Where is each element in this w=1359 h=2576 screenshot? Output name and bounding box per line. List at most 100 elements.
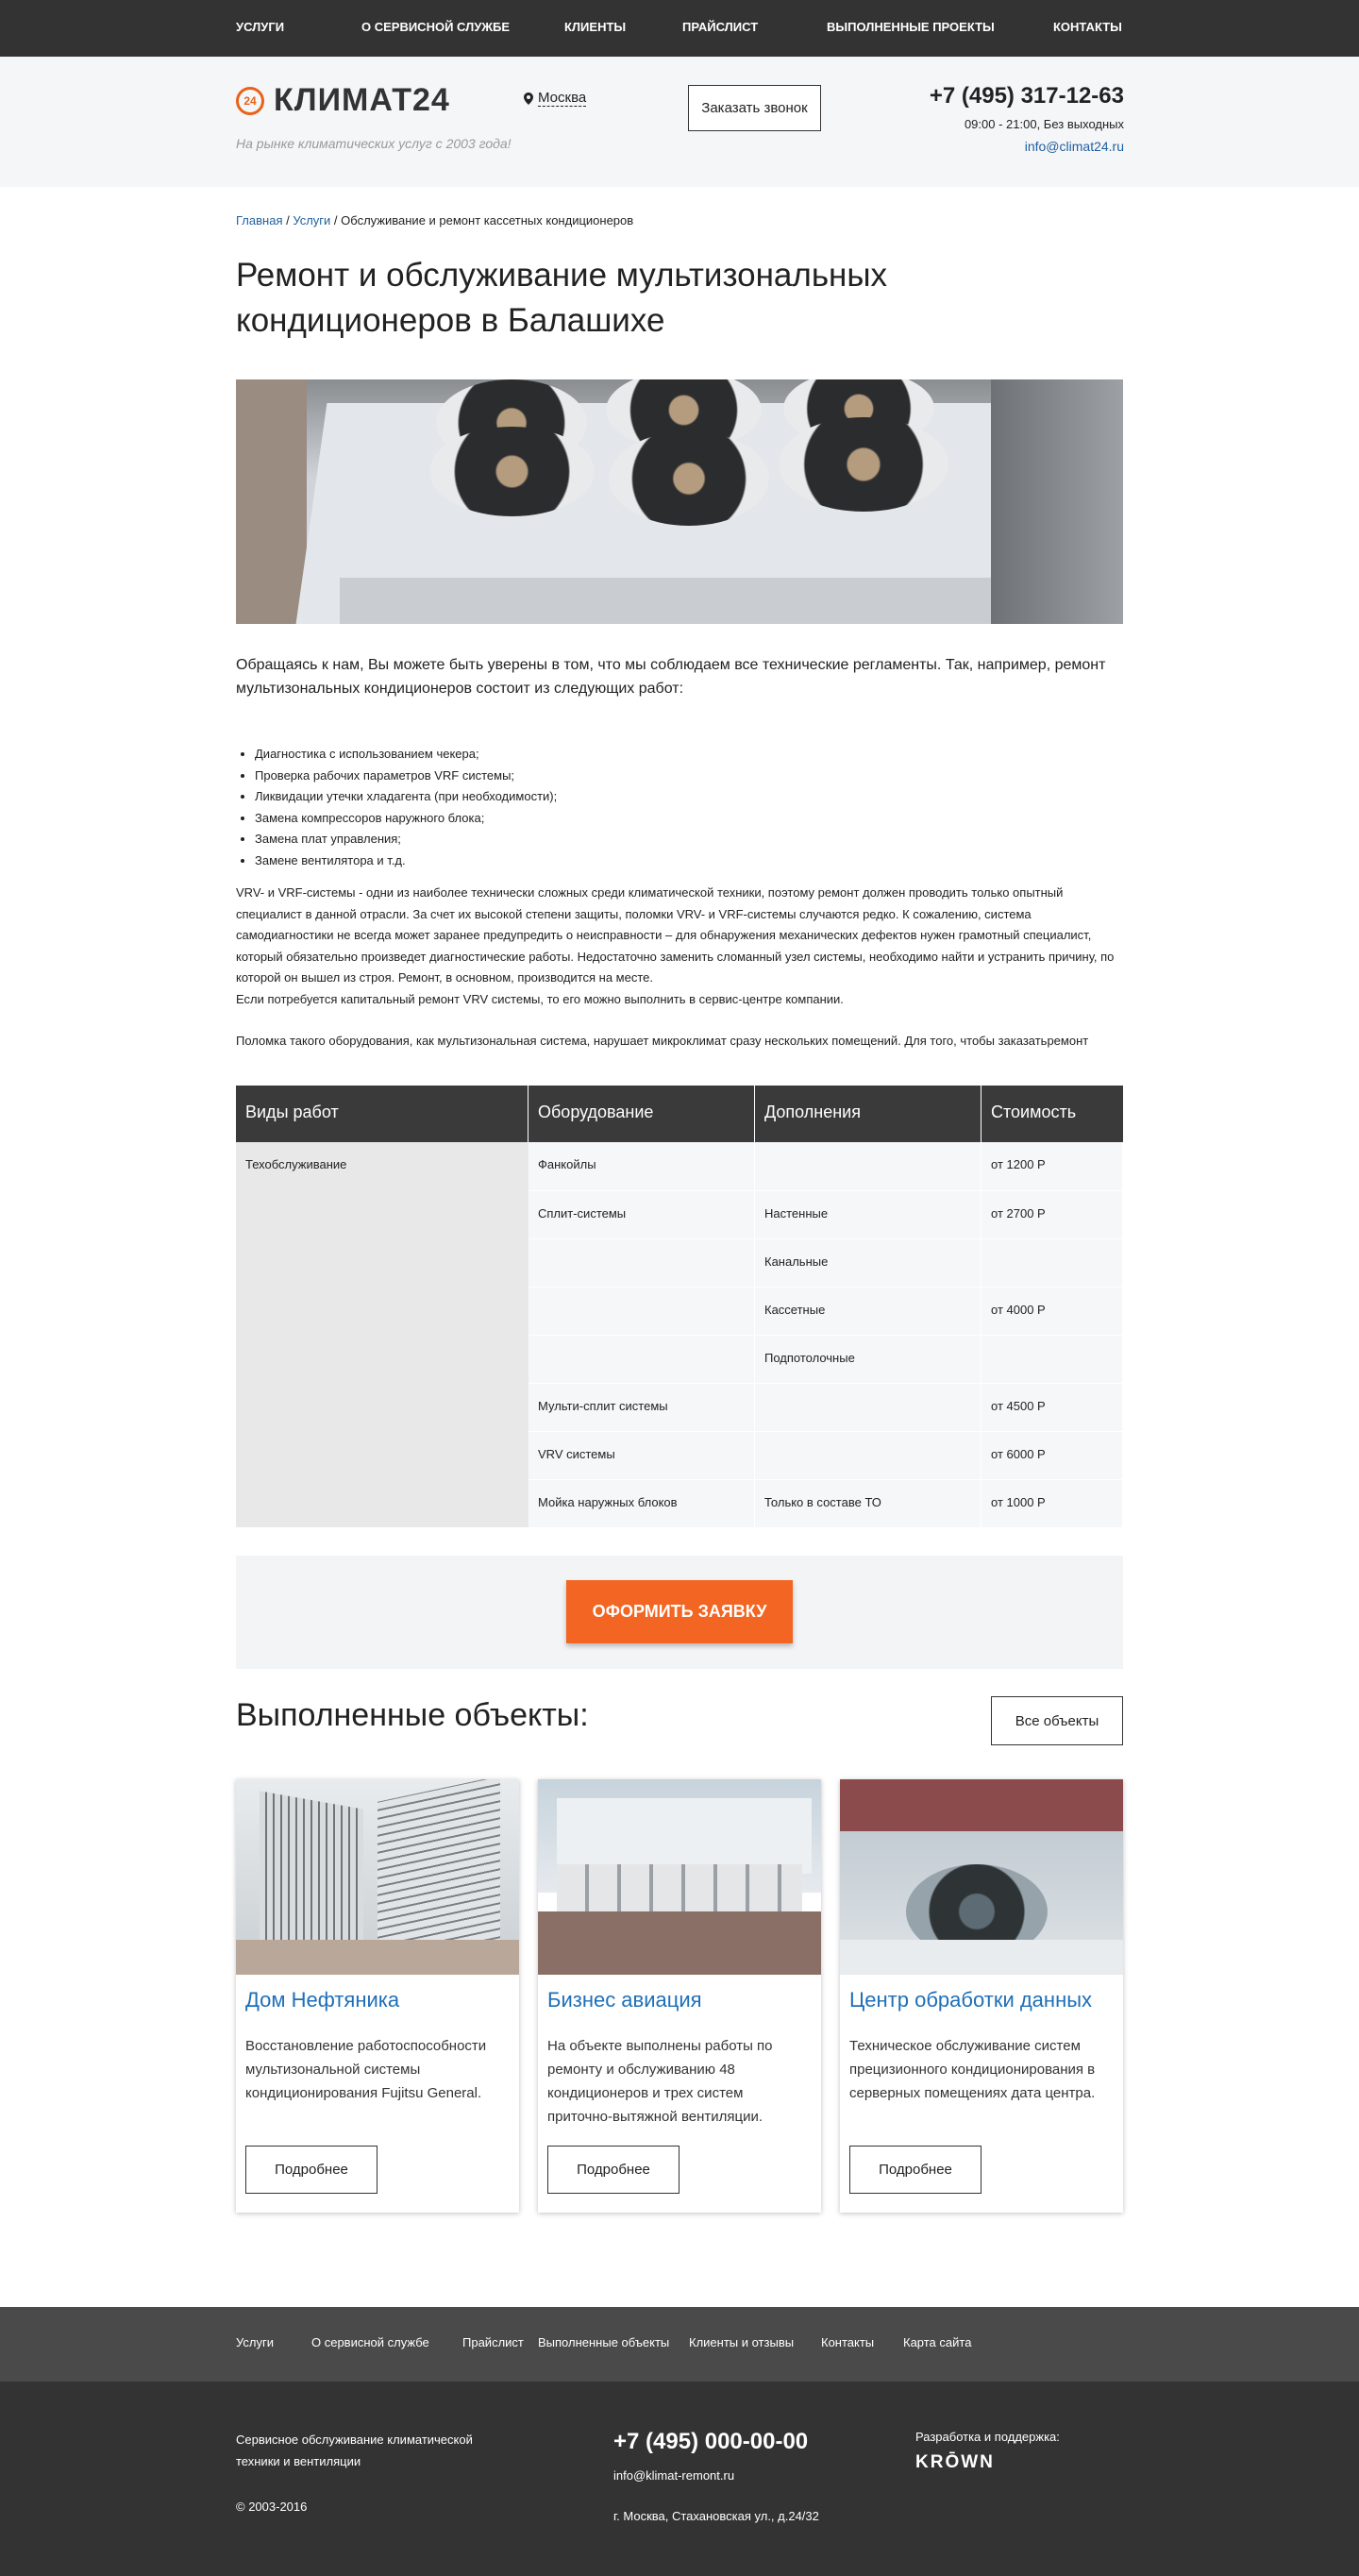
breadcrumb: Главная / Услуги / Обслуживание и ремонт… <box>236 213 633 227</box>
top-navigation: УСЛУГИ О СЕРВИСНОЙ СЛУЖБЕ КЛИЕНТЫ ПРАЙСЛ… <box>0 0 1359 57</box>
table-cell-addition: Настенные <box>755 1190 982 1238</box>
footer-link-services[interactable]: Услуги <box>236 2335 274 2349</box>
table-cell-equipment: Мойка наружных блоков <box>528 1479 755 1527</box>
object-card[interactable]: Бизнес авиация На объекте выполнены рабо… <box>538 1779 821 2213</box>
order-section: ОФОРМИТЬ ЗАЯВКУ <box>236 1556 1123 1669</box>
copyright: © 2003-2016 <box>236 2500 308 2514</box>
table-cell-addition: Подпотолочные <box>755 1335 982 1383</box>
table-cell-price: от 2700 Р <box>982 1190 1123 1238</box>
table-cell-price <box>982 1238 1123 1287</box>
footer-phone[interactable]: +7 (495) 000-00-00 <box>613 2429 808 2455</box>
paragraph: Поломка такого оборудования, как мультиз… <box>236 1034 1089 1048</box>
nav-item-pricelist[interactable]: ПРАЙСЛИСТ <box>682 20 758 34</box>
more-button[interactable]: Подробнее <box>849 2146 982 2194</box>
footer-navigation: Услуги О сервисной службе Прайслист Выпо… <box>0 2307 1359 2382</box>
logo-text: КЛИМАТ24 <box>274 82 450 118</box>
breadcrumb-services[interactable]: Услуги <box>293 213 330 227</box>
nav-item-services[interactable]: УСЛУГИ <box>236 20 284 34</box>
object-card[interactable]: Центр обработки данных Техническое обслу… <box>840 1779 1123 2213</box>
paragraph: VRV- и VRF-системы - одни из наиболее те… <box>236 885 1115 985</box>
table-cell-price: от 4500 Р <box>982 1383 1123 1431</box>
footer-email[interactable]: info@klimat-remont.ru <box>613 2468 734 2483</box>
table-cell-equipment <box>528 1238 755 1287</box>
object-title[interactable]: Дом Нефтяника <box>245 1988 514 2012</box>
footer-link-contacts[interactable]: Контакты <box>821 2335 874 2349</box>
object-title[interactable]: Бизнес авиация <box>547 1988 816 2012</box>
table-cell-addition: Канальные <box>755 1238 982 1287</box>
footer-link-reviews[interactable]: Клиенты и отзывы <box>689 2335 794 2349</box>
footer-link-sitemap[interactable]: Карта сайта <box>903 2335 971 2349</box>
slogan: На рынке климатических услуг с 2003 года… <box>236 136 512 151</box>
table-header: Виды работ <box>236 1086 528 1142</box>
table-cell-addition <box>755 1431 982 1479</box>
object-description: На объекте выполнены работы по ремонту и… <box>547 2038 773 2125</box>
description-text: VRV- и VRF-системы - одни из наиболее те… <box>236 883 1123 1052</box>
footer-description: Сервисное обслуживание климатической тех… <box>236 2433 473 2468</box>
working-hours: 09:00 - 21:00, Без выходных <box>964 117 1124 131</box>
nav-item-about[interactable]: О СЕРВИСНОЙ СЛУЖБЕ <box>361 20 510 34</box>
table-cell-category: Техобслуживание <box>245 1157 347 1171</box>
table-cell-addition <box>755 1383 982 1431</box>
all-objects-button[interactable]: Все объекты <box>991 1696 1123 1745</box>
table-header: Стоимость <box>982 1086 1123 1142</box>
object-description: Техническое обслуживание систем прецизио… <box>849 2038 1096 2101</box>
footer-link-about[interactable]: О сервисной службе <box>311 2335 429 2349</box>
object-title[interactable]: Центр обработки данных <box>849 1988 1118 2012</box>
table-cell-equipment: VRV системы <box>528 1431 755 1479</box>
footer-address: г. Москва, Стахановская ул., д.24/32 <box>613 2509 819 2523</box>
object-image <box>236 1779 519 1975</box>
city-name: Москва <box>538 90 587 107</box>
object-description: Восстановление работоспособности мультиз… <box>245 2038 487 2101</box>
price-table: Виды работ Оборудование Дополнения Стоим… <box>236 1086 1123 1527</box>
page-title: Ремонт и обслуживание мультизональных ко… <box>236 257 888 339</box>
object-card[interactable]: Дом Нефтяника Восстановление работоспосо… <box>236 1779 519 2213</box>
table-cell-equipment: Фанкойлы <box>528 1142 755 1190</box>
table-cell-equipment <box>528 1335 755 1383</box>
footer-link-objects[interactable]: Выполненные объекты <box>538 2335 669 2349</box>
intro-text: Обращаясь к нам, Вы можете быть уверены … <box>236 657 1106 697</box>
table-cell-price: от 1200 Р <box>982 1142 1123 1190</box>
object-image <box>538 1779 821 1975</box>
city-selector[interactable]: Москва <box>524 90 587 107</box>
developer-label: Разработка и поддержка: <box>915 2430 1060 2444</box>
table-cell-addition <box>755 1142 982 1190</box>
table-cell-price: от 1000 Р <box>982 1479 1123 1527</box>
breadcrumb-home[interactable]: Главная <box>236 213 282 227</box>
developer-logo[interactable]: KRŌWN <box>915 2452 995 2473</box>
list-item: Замена плат управления; <box>255 829 1104 850</box>
nav-item-contacts[interactable]: КОНТАКТЫ <box>1053 20 1122 34</box>
site-header: 24 КЛИМАТ24 На рынке климатических услуг… <box>0 57 1359 187</box>
nav-item-clients[interactable]: КЛИЕНТЫ <box>564 20 626 34</box>
site-footer: Сервисное обслуживание климатической тех… <box>0 2382 1359 2576</box>
table-cell-price <box>982 1335 1123 1383</box>
header-email[interactable]: info@climat24.ru <box>1025 139 1124 154</box>
location-pin-icon <box>524 92 533 105</box>
list-item: Замене вентилятора и т.д. <box>255 850 1104 872</box>
table-cell-equipment: Сплит-системы <box>528 1190 755 1238</box>
list-item: Ликвидации утечки хладагента (при необхо… <box>255 786 1104 808</box>
callback-button[interactable]: Заказать звонок <box>688 85 821 131</box>
list-item: Проверка рабочих параметров VRF системы; <box>255 766 1104 787</box>
nav-item-projects[interactable]: ВЫПОЛНЕННЫЕ ПРОЕКТЫ <box>827 20 995 34</box>
table-cell-price: от 6000 Р <box>982 1431 1123 1479</box>
breadcrumb-separator: / <box>282 213 294 227</box>
list-item: Диагностика с использованием чекера; <box>255 744 1104 766</box>
table-cell-price: от 4000 Р <box>982 1287 1123 1335</box>
table-cell-equipment: Мульти-сплит системы <box>528 1383 755 1431</box>
table-header: Дополнения <box>755 1086 982 1142</box>
works-list: Диагностика с использованием чекера; Про… <box>255 744 1104 872</box>
paragraph: Если потребуется капитальный ремонт VRV … <box>236 991 844 1006</box>
logo-icon: 24 <box>236 86 264 115</box>
list-item: Замена компрессоров наружного блока; <box>255 808 1104 830</box>
order-button[interactable]: ОФОРМИТЬ ЗАЯВКУ <box>566 1580 793 1643</box>
objects-title: Выполненные объекты: <box>236 1697 589 1733</box>
header-phone[interactable]: +7 (495) 317-12-63 <box>930 83 1124 109</box>
table-cell-addition: Кассетные <box>755 1287 982 1335</box>
breadcrumb-current: Обслуживание и ремонт кассетных кондицио… <box>341 213 634 227</box>
category-cell <box>236 1142 528 1527</box>
more-button[interactable]: Подробнее <box>245 2146 378 2194</box>
object-image <box>840 1779 1123 1975</box>
logo[interactable]: 24 КЛИМАТ24 <box>236 82 450 119</box>
footer-link-pricelist[interactable]: Прайслист <box>462 2335 524 2349</box>
more-button[interactable]: Подробнее <box>547 2146 680 2194</box>
